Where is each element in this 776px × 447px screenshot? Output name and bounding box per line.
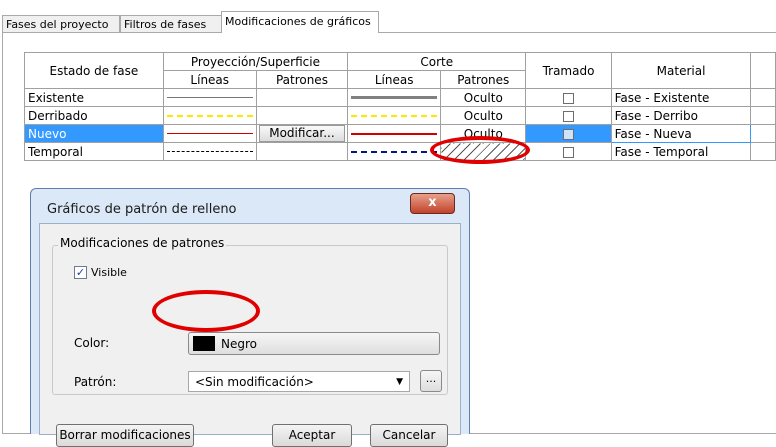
header-material: Material xyxy=(610,52,752,89)
pattern-value: <Sin modificación> xyxy=(195,375,314,389)
header-cut-lines: Líneas xyxy=(347,70,442,89)
header-phase-state: Estado de fase xyxy=(24,52,164,89)
pattern-select[interactable]: <Sin modificación> ▼ xyxy=(188,371,410,392)
projection-lines-cell[interactable] xyxy=(162,106,257,125)
extra-cell xyxy=(750,142,776,161)
extra-cell xyxy=(750,88,776,107)
projection-lines-cell[interactable] xyxy=(162,142,257,161)
cut-lines-cell[interactable] xyxy=(347,106,442,125)
halftone-checkbox[interactable] xyxy=(563,128,574,140)
clear-overrides-button[interactable]: Borrar modificaciones xyxy=(56,424,194,447)
phase-name: Existente xyxy=(24,88,164,107)
halftone-checkbox[interactable] xyxy=(563,110,574,122)
tab-project-phases[interactable]: Fases del proyecto xyxy=(2,15,120,32)
extra-cell xyxy=(750,106,776,125)
close-button[interactable]: x xyxy=(410,193,455,214)
projection-patterns-cell[interactable] xyxy=(255,88,349,107)
cut-patterns-cell[interactable]: Oculto xyxy=(440,88,527,107)
phase-name: Nuevo xyxy=(24,124,164,143)
pattern-browse-button[interactable]: ... xyxy=(420,370,442,392)
tab-graphic-overrides[interactable]: Modificaciones de gráficos xyxy=(221,11,379,33)
color-label: Color: xyxy=(74,336,110,350)
visible-label: Visible xyxy=(91,266,127,279)
projection-lines-cell[interactable] xyxy=(162,88,257,107)
material-cell[interactable]: Fase - Temporal xyxy=(610,142,752,161)
color-value: Negro xyxy=(221,337,257,351)
group-label: Modificaciones de patrones xyxy=(58,236,227,250)
halftone-checkbox[interactable] xyxy=(563,146,574,158)
header-projection-patterns: Patrones xyxy=(255,70,349,89)
fill-pattern-dialog: Gráficos de patrón de relleno x Modifica… xyxy=(30,188,470,447)
pattern-label: Patrón: xyxy=(74,375,117,389)
halftone-checkbox[interactable] xyxy=(563,92,574,104)
table-row-selected[interactable]: Nuevo Modificar... Oculto Fase - Nueva xyxy=(24,124,776,143)
table-row[interactable]: Derribado Oculto Fase - Derribo xyxy=(24,106,776,125)
halftone-cell[interactable] xyxy=(525,142,612,161)
material-cell[interactable]: Fase - Existente xyxy=(610,88,752,107)
cut-patterns-cell[interactable]: Oculto xyxy=(440,106,527,125)
tab-phase-filters[interactable]: Filtros de fases xyxy=(120,15,222,32)
header-halftone: Tramado xyxy=(525,52,612,89)
check-icon: ✓ xyxy=(75,266,86,279)
material-cell[interactable]: Fase - Nueva xyxy=(610,124,752,143)
phase-overrides-table: Estado de fase Proyección/Superficie Cor… xyxy=(24,52,776,161)
ok-button[interactable]: Aceptar xyxy=(272,424,352,447)
cut-lines-cell[interactable] xyxy=(347,142,442,161)
cut-patterns-cell[interactable]: Oculto xyxy=(440,124,527,143)
header-cut-patterns: Patrones xyxy=(440,70,527,89)
color-swatch xyxy=(193,336,215,351)
extra-cell xyxy=(750,124,776,143)
close-icon: x xyxy=(428,195,437,210)
phase-name: Temporal xyxy=(24,142,164,161)
ellipsis-icon: ... xyxy=(425,372,437,385)
table-row[interactable]: Temporal Fase - Temporal xyxy=(24,142,776,161)
halftone-cell[interactable] xyxy=(525,88,612,107)
halftone-cell[interactable] xyxy=(525,106,612,125)
projection-patterns-cell[interactable] xyxy=(255,106,349,125)
chevron-down-icon: ▼ xyxy=(396,377,403,387)
header-cut: Corte xyxy=(347,52,527,71)
cancel-button[interactable]: Cancelar xyxy=(370,424,448,447)
table-row[interactable]: Existente Oculto Fase - Existente xyxy=(24,88,776,107)
cut-patterns-cell[interactable] xyxy=(440,142,527,161)
projection-lines-cell[interactable] xyxy=(162,124,257,143)
cut-lines-cell[interactable] xyxy=(347,88,442,107)
halftone-cell[interactable] xyxy=(525,124,612,143)
cut-lines-cell[interactable] xyxy=(347,124,442,143)
dialog-title: Gráficos de patrón de relleno xyxy=(47,202,237,217)
projection-patterns-cell[interactable] xyxy=(255,142,349,161)
header-extra xyxy=(750,52,776,89)
header-projection: Proyección/Superficie xyxy=(162,52,349,71)
material-cell[interactable]: Fase - Derribo xyxy=(610,106,752,125)
phase-name: Derribado xyxy=(24,106,164,125)
color-button[interactable]: Negro xyxy=(188,332,440,355)
projection-patterns-cell[interactable]: Modificar... xyxy=(255,124,349,143)
header-projection-lines: Líneas xyxy=(162,70,257,89)
visible-checkbox[interactable]: ✓ xyxy=(74,266,87,279)
modify-button[interactable]: Modificar... xyxy=(258,125,346,142)
dialog-body: Modificaciones de patrones ✓ Visible Col… xyxy=(39,223,461,447)
